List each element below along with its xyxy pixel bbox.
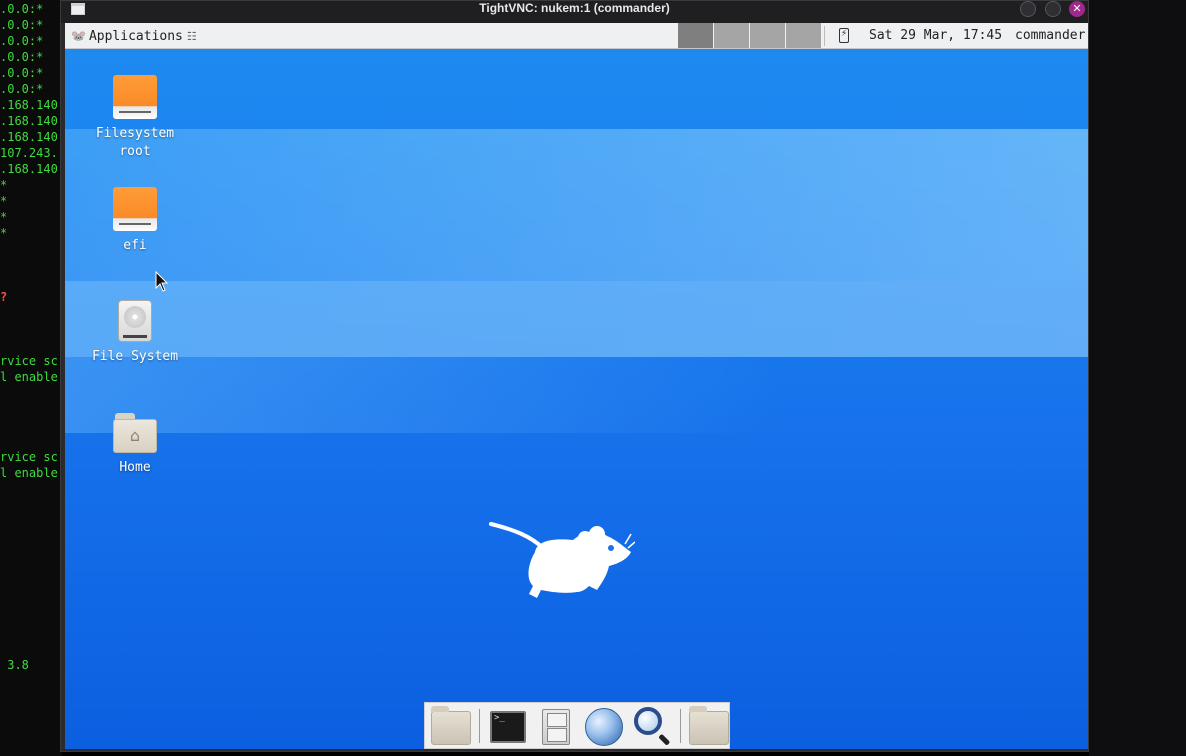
desktop-icon-label: File System <box>91 349 179 364</box>
terminal-line: .0.0:* <box>0 18 44 32</box>
applications-label: Applications <box>88 28 183 44</box>
terminal-line: 107.243. <box>0 146 58 160</box>
terminal-line: ? <box>0 290 8 304</box>
file-manager-icon <box>431 705 471 745</box>
wallpaper-band <box>65 129 1088 281</box>
terminal-line: .0.0:* <box>0 66 44 80</box>
panel-user[interactable]: commander <box>1015 28 1085 43</box>
power-manager-icon[interactable]: ⚡ <box>839 28 849 43</box>
terminal-line: .0.0:* <box>0 50 44 64</box>
desktop-icon-filesystem-root[interactable]: Filesystem root <box>75 75 195 161</box>
terminal-line: .0.0:* <box>0 34 44 48</box>
desktop-icon-home[interactable]: ⌂ Home <box>75 411 195 477</box>
xfce-mouse-icon: 🐭 <box>71 29 86 43</box>
mouse-cursor-icon <box>155 271 169 292</box>
filing-cabinet-icon <box>542 708 570 745</box>
terminal-line: .0.0:* <box>0 82 44 96</box>
background-area <box>1089 0 1186 756</box>
terminal-line: .168.140 <box>0 114 58 128</box>
web-browser-icon <box>585 707 623 746</box>
terminal-line: l enable <box>0 370 58 384</box>
dock-separator <box>479 708 480 743</box>
menu-handle-icon: ☷ <box>186 29 197 43</box>
vnc-window: TightVNC: nukem:1 (commander) ✕ 🐭 Applic… <box>60 0 1089 752</box>
applications-menu[interactable]: 🐭 Applications ☷ <box>67 25 201 47</box>
app-finder-launcher[interactable] <box>630 705 674 747</box>
workspace-2[interactable] <box>714 23 749 48</box>
desktop-icon-label: Home <box>119 460 151 475</box>
terminal-line: * <box>0 210 8 224</box>
terminal-icon: >_ <box>490 710 526 743</box>
drive-orange-icon <box>113 75 157 119</box>
folder-icon <box>689 705 729 745</box>
remote-desktop[interactable]: 🐭 Applications ☷ ⚡ Sat 29 Mar, 17:45 com… <box>65 23 1088 749</box>
minimize-button[interactable] <box>1020 1 1036 17</box>
terminal-line: rvice sc <box>0 450 58 464</box>
dock-separator <box>680 708 681 743</box>
window-title: TightVNC: nukem:1 (commander) <box>479 1 670 15</box>
wallpaper-band <box>65 357 1088 433</box>
maximize-button[interactable] <box>1045 1 1061 17</box>
terminal-line: .168.140 <box>0 162 58 176</box>
terminal-launcher[interactable]: >_ <box>486 705 530 747</box>
dock-panel: >_ <box>424 702 730 749</box>
desktop-icon-efi[interactable]: efi <box>75 187 195 255</box>
terminal-line: .168.140 <box>0 130 58 144</box>
terminal-line: l enable <box>0 466 58 480</box>
drive-orange-icon <box>113 187 157 231</box>
wallpaper-band <box>65 281 1088 357</box>
panel-separator <box>824 26 825 46</box>
terminal-line: 3.8 <box>0 658 29 672</box>
workspace-4[interactable] <box>786 23 821 48</box>
terminal-line: .0.0:* <box>0 2 44 16</box>
desktop-icon-label: Filesystem root <box>95 126 175 159</box>
desktop-icon-label: efi <box>123 238 147 253</box>
desktop-icon-file-system[interactable]: File System <box>75 300 195 366</box>
terminal-line: .168.140 <box>0 98 58 112</box>
file-manager-launcher[interactable] <box>429 705 473 747</box>
terminal-line: * <box>0 226 8 240</box>
terminal-line: * <box>0 178 8 192</box>
home-folder-icon: ⌂ <box>113 411 157 453</box>
workspace-1[interactable] <box>678 23 713 48</box>
workspace-switcher <box>678 23 822 48</box>
background-terminal: .0.0:* .0.0:* .0.0:* .0.0:* .0.0:* .0.0:… <box>0 0 62 756</box>
workspace-3[interactable] <box>750 23 785 48</box>
terminal-line: rvice sc <box>0 354 58 368</box>
top-panel: 🐭 Applications ☷ ⚡ Sat 29 Mar, 17:45 com… <box>65 23 1088 49</box>
folder-launcher[interactable] <box>687 705 731 747</box>
search-icon <box>634 706 662 735</box>
xfce-mouse-logo-icon <box>489 522 635 598</box>
filing-cabinet-launcher[interactable] <box>534 705 578 747</box>
terminal-line: * <box>0 194 8 208</box>
harddisk-icon <box>118 300 152 342</box>
panel-clock[interactable]: Sat 29 Mar, 17:45 <box>869 28 1002 43</box>
close-button[interactable]: ✕ <box>1069 1 1085 17</box>
window-titlebar[interactable]: TightVNC: nukem:1 (commander) ✕ <box>61 1 1088 23</box>
web-browser-launcher[interactable] <box>582 705 626 747</box>
